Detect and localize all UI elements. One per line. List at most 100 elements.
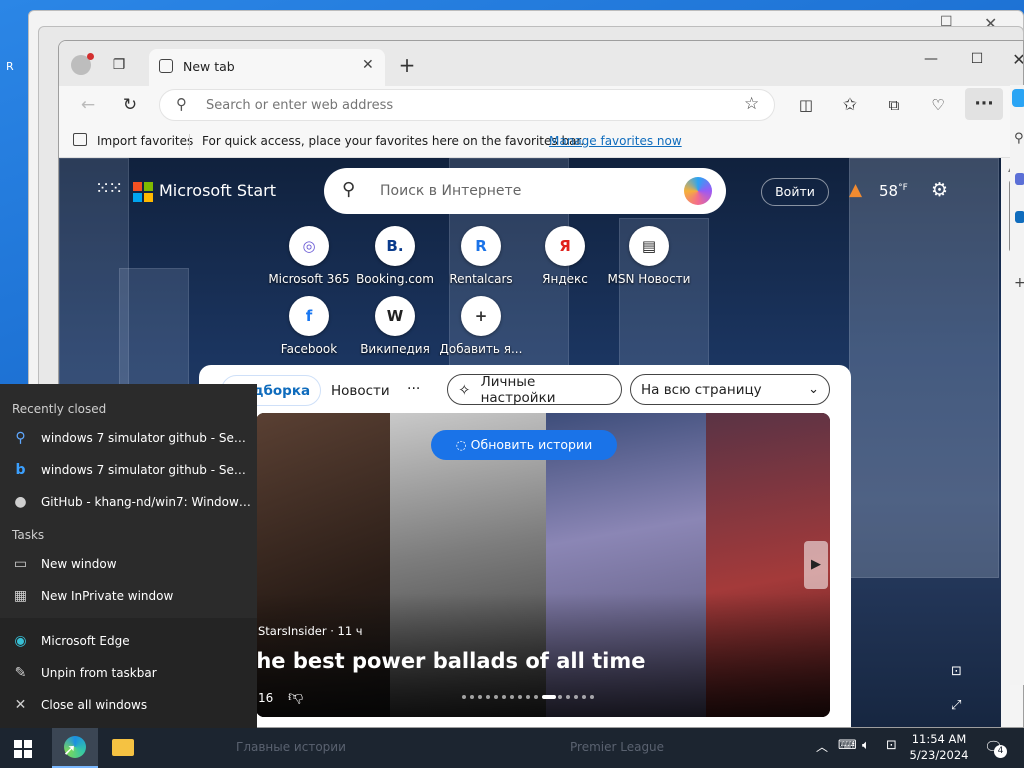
new-tab-button[interactable]: + xyxy=(395,53,419,77)
copilot-icon[interactable] xyxy=(684,177,712,205)
collections-icon[interactable]: ⧉ xyxy=(881,92,907,118)
taskbar-jump-list: Recently closed ⚲ windows 7 simulator git… xyxy=(0,384,257,728)
new-window-item[interactable]: ▭ New window xyxy=(0,548,257,580)
tab-feed-news[interactable]: Новости xyxy=(331,383,390,399)
favorite-star-icon[interactable]: ☆ xyxy=(744,94,759,114)
carousel-dot[interactable] xyxy=(510,695,514,699)
jump-list-item[interactable]: ●GitHub - khang-nd/win7: Windows 7 S... xyxy=(0,486,257,518)
carousel-next-button[interactable]: ▶ xyxy=(804,541,828,589)
start-button[interactable] xyxy=(14,740,32,758)
story-headline[interactable]: The best power ballads of all time xyxy=(256,649,645,673)
back-icon[interactable]: ← xyxy=(75,92,101,118)
carousel-dot[interactable] xyxy=(574,695,578,699)
weather-icon[interactable]: ▲ xyxy=(849,180,862,200)
login-button[interactable]: Войти xyxy=(761,178,829,206)
carousel-dot[interactable] xyxy=(494,695,498,699)
shortcut-tile[interactable]: Я Яндекс xyxy=(521,226,609,286)
shortcut-label: Facebook xyxy=(280,342,338,356)
copilot-sidebar-icon[interactable] xyxy=(1012,89,1024,107)
shortcut-tile[interactable]: R Rentalcars xyxy=(437,226,525,286)
favorites-bar: Import favorites For quick access, place… xyxy=(59,126,1023,158)
shortcut-icon: ◎ xyxy=(289,226,329,266)
split-screen-icon[interactable]: ◫ xyxy=(793,92,819,118)
sidebar-app-icon[interactable] xyxy=(1015,211,1024,223)
sidebar-add-icon[interactable]: + xyxy=(1014,275,1024,291)
layout-select[interactable]: На всю страницу ⌄ xyxy=(630,374,830,405)
browser-essentials-icon[interactable]: ♡ xyxy=(925,92,951,118)
volume-icon[interactable]: 🔈︎ xyxy=(862,738,870,753)
bing-icon: b xyxy=(15,462,26,478)
carousel-dot[interactable] xyxy=(518,695,522,699)
shortcut-tile[interactable]: f Facebook xyxy=(265,296,353,356)
apps-grid-icon[interactable]: ⁙⁙ xyxy=(95,178,123,199)
new-inprivate-window-item[interactable]: ▦ New InPrivate window xyxy=(0,580,257,612)
carousel-dot[interactable] xyxy=(558,695,562,699)
close-icon: ✕ xyxy=(14,697,27,713)
manage-favorites-link[interactable]: Manage favorites now xyxy=(549,134,682,148)
shortcut-tile[interactable]: ◎ Microsoft 365 xyxy=(265,226,353,286)
toolbar: ← ↻ ⚲ ☆ ◫ ✩ ⧉ ♡ ··· xyxy=(59,86,1023,126)
carousel-dot[interactable] xyxy=(462,695,466,699)
address-input[interactable] xyxy=(206,95,706,115)
carousel-dot[interactable] xyxy=(502,695,506,699)
carousel-dot[interactable] xyxy=(582,695,586,699)
weather-unit: °F xyxy=(898,183,908,193)
taskbar-peek-headline: Premier League xyxy=(570,740,665,754)
close-all-windows-item[interactable]: ✕ Close all windows xyxy=(0,689,257,721)
carousel-dot[interactable] xyxy=(526,695,530,699)
open-edge-item[interactable]: ◉ Microsoft Edge xyxy=(0,625,257,657)
tab-actions-icon[interactable]: ❐ xyxy=(107,53,131,77)
feed-more-icon[interactable]: ··· xyxy=(407,381,420,397)
import-favorites-icon[interactable] xyxy=(73,133,87,146)
refresh-stories-button[interactable]: ◌ Обновить истории xyxy=(431,430,617,460)
sidebar-app-icon[interactable] xyxy=(1015,173,1024,185)
story-source[interactable]: StarsInsider · 11 ч xyxy=(258,624,363,638)
shortcut-tile[interactable]: W Википедия xyxy=(351,296,439,356)
background-image-info-icon[interactable]: ⊡ xyxy=(951,664,962,679)
weather-temperature[interactable]: 58°F xyxy=(879,182,908,200)
sidebar-search-icon[interactable]: ⚲ xyxy=(1014,131,1024,146)
brand-title[interactable]: Microsoft Start xyxy=(159,181,276,200)
carousel-dot[interactable] xyxy=(486,695,490,699)
refresh-icon[interactable]: ↻ xyxy=(117,92,143,118)
web-search-box[interactable]: ⚲ Поиск в Интернете xyxy=(324,168,726,214)
favbar-divider xyxy=(189,134,190,150)
carousel-dot[interactable] xyxy=(534,695,538,699)
network-icon[interactable]: ⌨ xyxy=(838,738,857,753)
address-bar[interactable]: ⚲ ☆ xyxy=(159,89,775,121)
shortcut-tile[interactable]: B. Booking.com xyxy=(351,226,439,286)
unpin-from-taskbar-item[interactable]: ✎ Unpin from taskbar xyxy=(0,657,257,689)
shortcut-label: Добавить я... xyxy=(439,342,523,356)
carousel-dot[interactable] xyxy=(478,695,482,699)
thumbs-down-icon[interactable]: 👎︎ xyxy=(288,687,303,706)
import-favorites-link[interactable]: Import favorites xyxy=(97,134,193,148)
jump-list-item[interactable]: b windows 7 simulator github - Search xyxy=(0,454,257,486)
shortcut-tile[interactable]: + Добавить я... xyxy=(437,296,525,356)
shortcut-label: Booking.com xyxy=(356,272,434,286)
carousel-dot[interactable] xyxy=(470,695,474,699)
carousel-pagination[interactable] xyxy=(462,695,594,703)
maximize-icon[interactable]: ☐ xyxy=(965,47,989,71)
hero-story-card[interactable]: ◌ Обновить истории ▶ StarsInsider · 11 ч… xyxy=(256,413,830,717)
shortcut-tile[interactable]: ▤ MSN Новости xyxy=(605,226,693,286)
show-hidden-icons-icon[interactable]: ︿ xyxy=(816,738,828,755)
clock[interactable]: 11:54 AM 5/23/2024 xyxy=(906,731,972,763)
carousel-dot[interactable] xyxy=(566,695,570,699)
carousel-dot[interactable] xyxy=(590,695,594,699)
jump-list-item[interactable]: ⚲ windows 7 simulator github - Search xyxy=(0,422,257,454)
personalize-button[interactable]: ✧ Личные настройки xyxy=(447,374,622,406)
window-icon: ▭ xyxy=(13,556,28,572)
tasks-header: Tasks xyxy=(12,528,45,542)
close-window-icon[interactable]: ✕ xyxy=(1009,47,1023,71)
tab-new-tab[interactable]: New tab ✕ xyxy=(149,49,385,86)
carousel-dot[interactable] xyxy=(542,695,556,699)
minimize-icon[interactable]: — xyxy=(919,47,943,71)
expand-icon[interactable]: ⤢ xyxy=(951,698,961,713)
desktop-icon[interactable]: R xyxy=(6,60,14,73)
input-indicator-icon[interactable]: ⊡ xyxy=(886,738,897,753)
settings-more-icon[interactable]: ··· xyxy=(965,88,1003,120)
favorites-icon[interactable]: ✩ xyxy=(837,92,863,118)
page-settings-icon[interactable]: ⚙ xyxy=(931,179,948,201)
tab-close-icon[interactable]: ✕ xyxy=(362,57,374,73)
taskbar-file-explorer-button[interactable] xyxy=(100,728,146,768)
